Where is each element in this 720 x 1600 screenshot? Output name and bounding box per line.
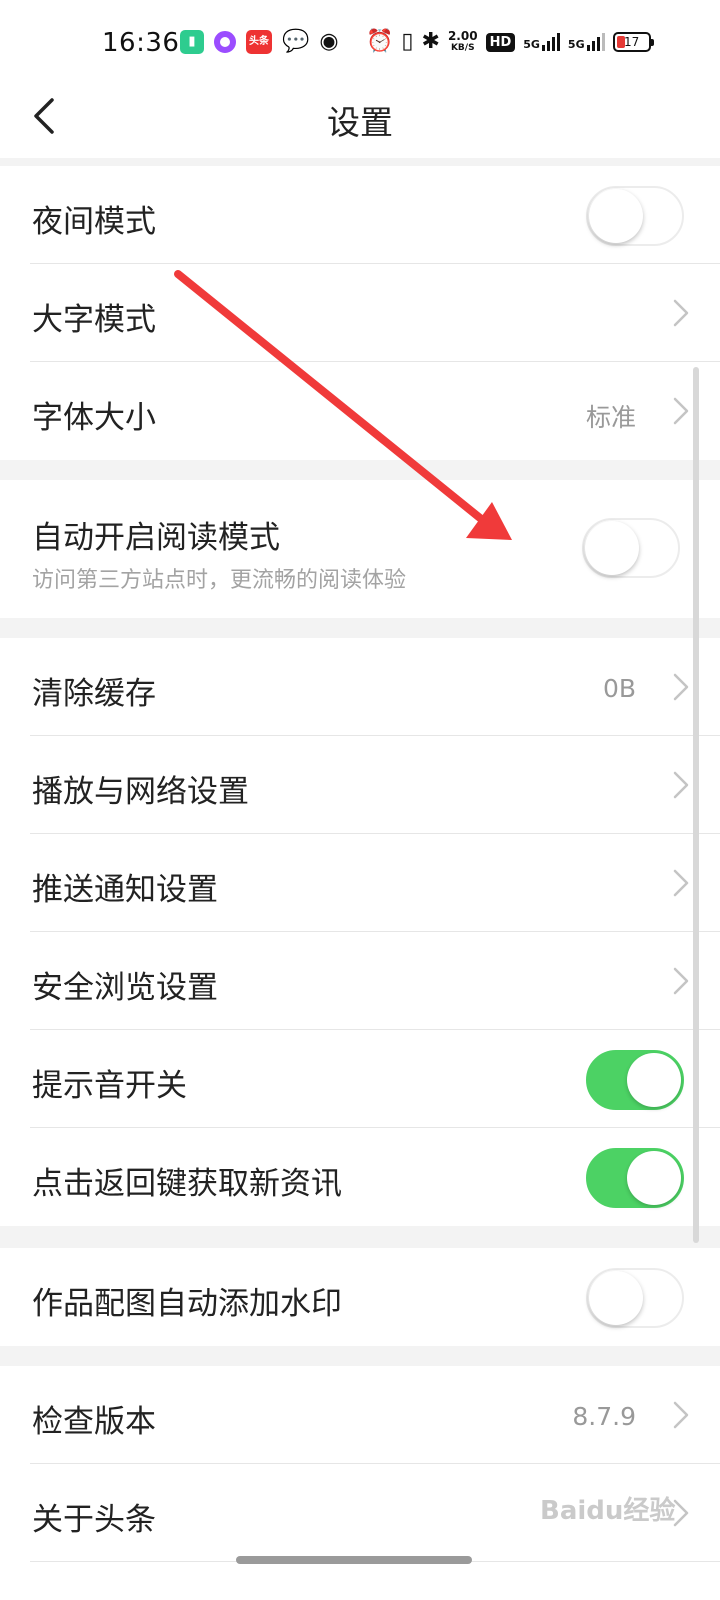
alarm-icon: ⏰: [366, 29, 394, 54]
home-indicator[interactable]: [236, 1556, 472, 1564]
large-text-row[interactable]: 大字模式: [0, 264, 720, 362]
hd-voice-icon: HD: [485, 32, 516, 52]
back-refresh-row[interactable]: 点击返回键获取新资讯: [0, 1128, 720, 1226]
chevron-right-icon: [673, 299, 689, 327]
playback-network-row[interactable]: 播放与网络设置: [0, 736, 720, 834]
night-mode-label: 夜间模式: [32, 204, 156, 240]
reading-mode-subtitle: 访问第三方站点时，更流畅的阅读体验: [32, 568, 407, 593]
network-type-1: 5G: [523, 38, 540, 51]
version-value: 8.7.9: [572, 1402, 636, 1431]
reading-mode-section: 自动开启阅读模式 访问第三方站点时，更流畅的阅读体验: [0, 480, 720, 618]
clear-cache-row[interactable]: 清除缓存 0B: [0, 638, 720, 736]
reading-mode-toggle[interactable]: [582, 518, 680, 578]
notification-icons: ▮ 头条 💬 ◉: [180, 30, 339, 54]
network-type-2: 5G: [567, 38, 585, 51]
back-refresh-toggle[interactable]: [586, 1148, 684, 1208]
battery-saver-icon: ▮: [180, 30, 204, 54]
font-size-label: 字体大小: [32, 400, 156, 436]
network-speed-unit: KB/S: [450, 43, 475, 53]
battery-icon: 17: [612, 32, 654, 52]
font-size-value: 标准: [585, 403, 636, 432]
toutiao-icon: 头条: [246, 30, 272, 54]
signal-icon-1: 5G: [523, 33, 560, 51]
wechat-icon: 💬: [282, 29, 310, 54]
reading-mode-label: 自动开启阅读模式: [32, 520, 280, 556]
font-size-row[interactable]: 字体大小 标准: [0, 362, 720, 460]
chevron-right-icon: [673, 771, 689, 799]
playback-network-label: 播放与网络设置: [32, 774, 249, 810]
general-settings-section: 清除缓存 0B 播放与网络设置 推送通知设置 安全浏览设置 提示音开关 点击返回…: [0, 638, 720, 1226]
weibo-icon: ◉: [319, 29, 339, 54]
sound-row[interactable]: 提示音开关: [0, 1030, 720, 1128]
chevron-right-icon: [673, 397, 689, 425]
about-section: 检查版本 8.7.9 关于头条: [0, 1366, 720, 1600]
network-speed-value: 2.00: [447, 29, 478, 43]
system-icons: ⏰ ▯ ✱ 2.00 KB/S HD 5G 5G 17: [366, 29, 654, 54]
signal-icon-2: 5G: [568, 33, 605, 51]
about-label: 关于头条: [32, 1502, 156, 1538]
bluetooth-icon: ✱: [421, 29, 440, 54]
app-notification-icon: [214, 31, 236, 53]
display-settings-section: 夜间模式 大字模式 字体大小 标准: [0, 166, 720, 460]
chevron-right-icon: [673, 1401, 689, 1429]
battery-level: 17: [623, 35, 640, 49]
clear-cache-label: 清除缓存: [32, 676, 156, 712]
status-bar: 16:36 ▮ 头条 💬 ◉ ⏰ ▯ ✱ 2.00 KB/S HD 5G 5G …: [0, 0, 720, 84]
night-mode-toggle[interactable]: [586, 186, 684, 246]
sound-label: 提示音开关: [32, 1068, 187, 1104]
chevron-right-icon: [673, 869, 689, 897]
check-version-label: 检查版本: [32, 1404, 156, 1440]
safe-browsing-label: 安全浏览设置: [32, 970, 218, 1006]
night-mode-row[interactable]: 夜间模式: [0, 166, 720, 264]
safe-browsing-row[interactable]: 安全浏览设置: [0, 932, 720, 1030]
network-speed: 2.00 KB/S: [448, 30, 478, 54]
image-watermark-toggle[interactable]: [586, 1268, 684, 1328]
image-watermark-label: 作品配图自动添加水印: [32, 1286, 342, 1322]
chevron-right-icon: [673, 673, 689, 701]
baidu-jingyan-watermark: Baidu经验: [540, 1496, 676, 1526]
scrollbar[interactable]: [693, 367, 699, 1243]
push-notifications-label: 推送通知设置: [32, 872, 218, 908]
back-refresh-label: 点击返回键获取新资讯: [32, 1166, 342, 1202]
status-time: 16:36: [102, 28, 180, 58]
large-text-label: 大字模式: [32, 302, 156, 338]
sound-toggle[interactable]: [586, 1050, 684, 1110]
image-watermark-row[interactable]: 作品配图自动添加水印: [0, 1248, 720, 1346]
check-version-row[interactable]: 检查版本 8.7.9: [0, 1366, 720, 1464]
reading-mode-row[interactable]: 自动开启阅读模式 访问第三方站点时，更流畅的阅读体验: [0, 480, 720, 618]
vibrate-icon: ▯: [401, 29, 414, 54]
watermark-section: 作品配图自动添加水印: [0, 1248, 720, 1346]
cache-size-value: 0B: [602, 674, 636, 703]
page-title: 设置: [327, 103, 393, 142]
chevron-right-icon: [673, 967, 689, 995]
nav-header: 设置: [0, 84, 720, 158]
push-notifications-row[interactable]: 推送通知设置: [0, 834, 720, 932]
